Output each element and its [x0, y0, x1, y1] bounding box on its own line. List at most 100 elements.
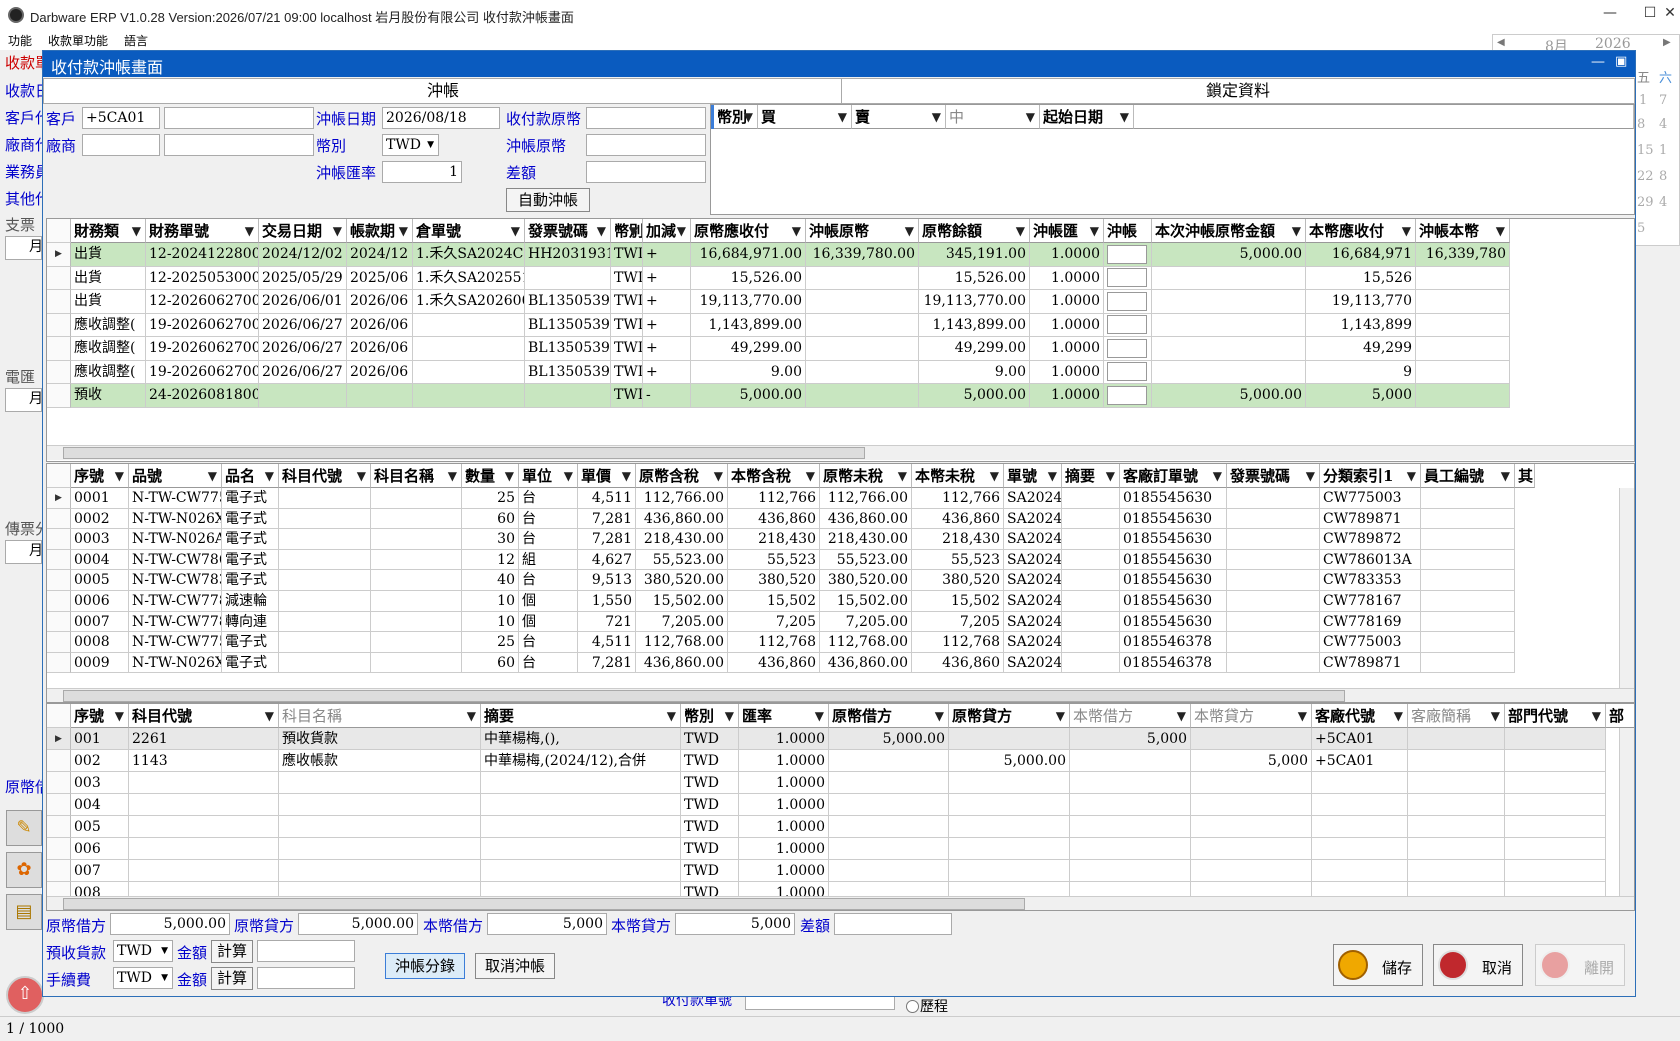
dialog-minimize-icon[interactable]: —: [1591, 54, 1605, 70]
filter-icon[interactable]: ▼: [1106, 464, 1115, 487]
pay-orig-input[interactable]: [586, 107, 706, 129]
filter-icon[interactable]: ▼: [1491, 704, 1500, 727]
customer-code-input[interactable]: +5CA01: [82, 107, 160, 129]
calendar-day[interactable]: 15: [1637, 143, 1654, 158]
row-indicator[interactable]: [47, 360, 71, 384]
scrollbar-thumb[interactable]: [63, 447, 865, 459]
row-indicator[interactable]: [47, 632, 71, 653]
fee-amount-input[interactable]: [257, 967, 355, 989]
offset-date-input[interactable]: 2026/08/18: [382, 107, 500, 129]
leave-button[interactable]: 離開: [1535, 944, 1625, 986]
calendar-day[interactable]: 7: [1659, 93, 1667, 108]
filter-icon[interactable]: ▼: [115, 464, 124, 487]
close-icon[interactable]: ✕: [1660, 5, 1680, 25]
filter-icon[interactable]: ▼: [357, 464, 366, 487]
offset-input-box[interactable]: [1107, 315, 1147, 334]
row-indicator[interactable]: [47, 860, 71, 882]
calendar-prev-icon[interactable]: ◀: [1497, 37, 1505, 48]
minimize-icon[interactable]: —: [1600, 5, 1620, 25]
row-indicator[interactable]: [47, 266, 71, 290]
filter-icon[interactable]: ▼: [935, 704, 944, 727]
offset-input-box[interactable]: [1107, 268, 1147, 287]
filter-icon[interactable]: ▼: [115, 704, 124, 727]
offset-input-box[interactable]: [1107, 385, 1147, 405]
filter-icon[interactable]: ▼: [1306, 464, 1315, 487]
filter-icon[interactable]: ▼: [265, 704, 274, 727]
row-indicator[interactable]: ▶: [47, 728, 71, 750]
row-indicator[interactable]: [47, 508, 71, 530]
row-indicator[interactable]: [47, 337, 71, 361]
bg-tool-folder-icon[interactable]: ▤: [6, 894, 42, 930]
calendar-day[interactable]: 8: [1659, 169, 1667, 184]
filter-icon[interactable]: ▼: [905, 219, 914, 242]
scrollbar-thumb[interactable]: [63, 898, 1025, 910]
bg-tool-up-icon[interactable]: ⇧: [6, 976, 44, 1014]
row-indicator[interactable]: [47, 652, 71, 674]
filter-icon[interactable]: ▼: [1402, 219, 1411, 242]
filter-icon[interactable]: ▼: [1496, 219, 1505, 242]
menu-receipt[interactable]: 收款單功能: [40, 30, 116, 51]
offset-checkbox-cell[interactable]: [1104, 337, 1152, 361]
row-indicator[interactable]: [47, 838, 71, 860]
filter-icon[interactable]: ▼: [667, 704, 676, 727]
filter-icon[interactable]: ▼: [505, 464, 514, 487]
tab-offset[interactable]: 沖帳: [43, 78, 843, 104]
row-indicator[interactable]: [47, 549, 71, 571]
bg-history-radio[interactable]: [906, 1000, 919, 1013]
filter-icon[interactable]: ▼: [333, 219, 342, 242]
customer-name-input[interactable]: [164, 107, 314, 129]
filter-icon[interactable]: ▼: [1501, 464, 1510, 487]
prepay-calc-button[interactable]: 計算: [211, 940, 253, 963]
filter-icon[interactable]: ▼: [1048, 464, 1057, 487]
menu-function[interactable]: 功能: [0, 30, 40, 51]
filter-icon[interactable]: ▼: [511, 219, 520, 242]
row-indicator[interactable]: [47, 290, 71, 314]
tab-locked-data[interactable]: 鎖定資料: [841, 78, 1635, 104]
filter-icon[interactable]: ▼: [714, 464, 723, 487]
filter-icon[interactable]: ▼: [1026, 105, 1035, 128]
prepay-currency-select[interactable]: TWD ▼: [113, 940, 173, 962]
offset-checkbox-cell[interactable]: [1104, 313, 1152, 337]
journal-entry-button[interactable]: 沖帳分錄: [385, 953, 465, 979]
filter-icon[interactable]: ▼: [744, 105, 753, 128]
filter-icon[interactable]: ▼: [597, 219, 606, 242]
filter-icon[interactable]: ▼: [1177, 704, 1186, 727]
filter-icon[interactable]: ▼: [1407, 464, 1416, 487]
offset-checkbox-cell[interactable]: [1104, 243, 1152, 267]
filter-icon[interactable]: ▼: [265, 464, 274, 487]
offset-checkbox-cell[interactable]: [1104, 384, 1152, 408]
row-indicator[interactable]: [47, 611, 71, 633]
filter-icon[interactable]: ▼: [1292, 219, 1301, 242]
calendar-day[interactable]: 5: [1637, 221, 1645, 236]
bg-tool-note-icon[interactable]: ✎: [6, 810, 42, 846]
filter-icon[interactable]: ▼: [898, 464, 907, 487]
currency-select[interactable]: TWD ▼: [382, 134, 439, 156]
auto-offset-button[interactable]: 自動沖帳: [506, 188, 590, 212]
filter-icon[interactable]: ▼: [132, 219, 141, 242]
row-indicator[interactable]: [47, 750, 71, 772]
row-indicator[interactable]: [47, 816, 71, 838]
filter-icon[interactable]: ▼: [448, 464, 457, 487]
filter-icon[interactable]: ▼: [399, 219, 408, 242]
calendar-day[interactable]: 8: [1637, 117, 1645, 132]
filter-icon[interactable]: ▼: [815, 704, 824, 727]
filter-icon[interactable]: ▼: [1592, 704, 1601, 727]
offset-input-box[interactable]: [1107, 338, 1147, 358]
offset-input-box[interactable]: [1107, 244, 1147, 264]
scrollbar-thumb[interactable]: [63, 690, 1345, 702]
calendar-next-icon[interactable]: ▶: [1663, 37, 1671, 48]
filter-icon[interactable]: ▼: [677, 219, 686, 242]
row-indicator[interactable]: ▶: [47, 488, 71, 509]
offset-input-box[interactable]: [1107, 291, 1147, 311]
row-indicator[interactable]: [47, 591, 71, 612]
offset-checkbox-cell[interactable]: [1104, 360, 1152, 384]
vendor-code-input[interactable]: [82, 134, 160, 156]
row-indicator[interactable]: ▶: [47, 243, 71, 267]
filter-icon[interactable]: ▼: [1298, 704, 1307, 727]
calendar-day[interactable]: 4: [1659, 195, 1667, 210]
fee-currency-select[interactable]: TWD ▼: [113, 967, 173, 989]
filter-icon[interactable]: ▼: [564, 464, 573, 487]
calendar-day[interactable]: 22: [1637, 169, 1654, 184]
filter-icon[interactable]: ▼: [990, 464, 999, 487]
bg-tool-flower-icon[interactable]: ✿: [6, 852, 42, 888]
